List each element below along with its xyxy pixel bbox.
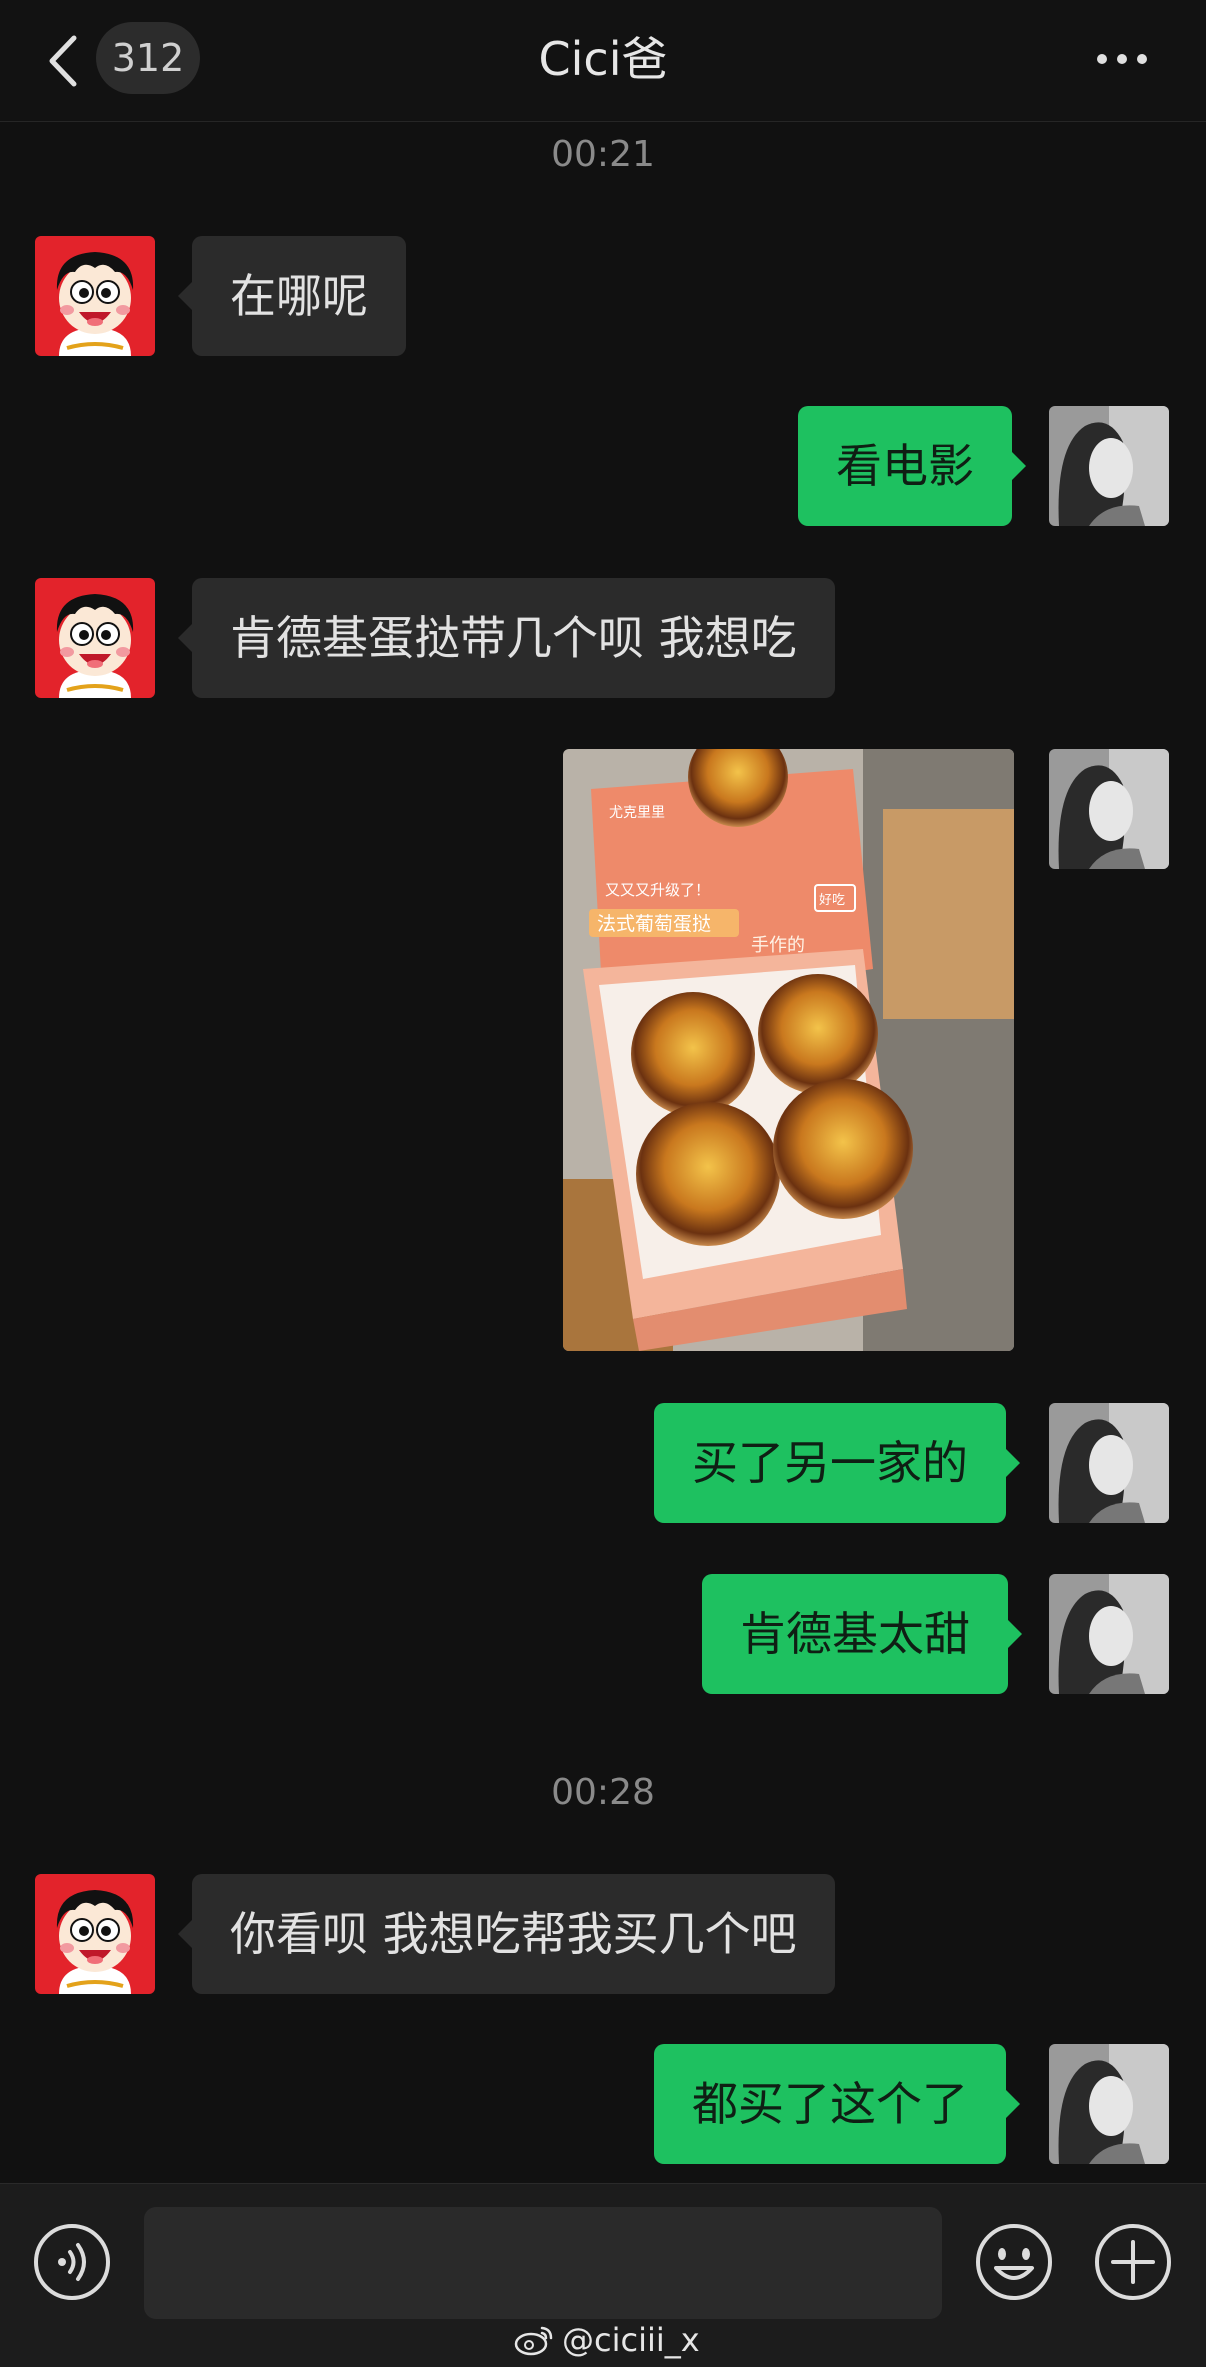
- message-bubble-sent[interactable]: 买了另一家的: [654, 1403, 1020, 1523]
- more-button[interactable]: [1094, 48, 1150, 70]
- chat-header: 312 Cici爸: [0, 0, 1206, 122]
- avatar[interactable]: [1049, 1403, 1169, 1523]
- emoji-button[interactable]: [974, 2222, 1054, 2302]
- voice-icon: [34, 2224, 110, 2300]
- portrait-avatar-icon: [1049, 1403, 1169, 1523]
- avatar[interactable]: [1049, 1574, 1169, 1694]
- message-bubble-received[interactable]: 在哪呢: [178, 236, 406, 356]
- portrait-avatar-icon: [1049, 1574, 1169, 1694]
- back-button[interactable]: [44, 34, 84, 88]
- message-bubble-sent[interactable]: 看电影: [798, 406, 1026, 526]
- message-bubble-sent[interactable]: 肯德基太甜: [702, 1574, 1022, 1694]
- avatar[interactable]: [1049, 2044, 1169, 2164]
- photo-product: 法式葡萄蛋挞: [597, 913, 711, 935]
- timestamp: 00:21: [551, 134, 655, 175]
- unread-badge[interactable]: 312: [96, 22, 200, 94]
- photo-brand: 尤克里里: [609, 805, 665, 821]
- plus-button[interactable]: [1093, 2222, 1173, 2302]
- avatar[interactable]: [1049, 749, 1169, 869]
- plus-icon: [1095, 2224, 1171, 2300]
- cartoon-avatar-icon: [35, 1874, 155, 1994]
- photo-badge: 好吃: [819, 892, 845, 908]
- message-input[interactable]: [144, 2207, 942, 2319]
- message-bubble-sent[interactable]: 都买了这个了: [654, 2044, 1020, 2164]
- avatar[interactable]: [35, 236, 155, 356]
- photo-headline: 又又又升级了！: [605, 881, 710, 899]
- watermark-text: @ciciii_x: [562, 2321, 700, 2359]
- timestamp: 00:28: [551, 1772, 655, 1813]
- page-title: Cici爸: [538, 32, 668, 86]
- chevron-left-icon: [49, 35, 77, 87]
- emoji-icon: [976, 2224, 1052, 2300]
- cartoon-avatar-icon: [35, 578, 155, 698]
- message-bubble-received[interactable]: 肯德基蛋挞带几个呗 我想吃: [178, 578, 835, 698]
- weibo-icon: [514, 2326, 553, 2356]
- egg-tart-photo: 尤克里里 又又又升级了！ 法式葡萄蛋挞 手作的 好吃: [563, 749, 1014, 1351]
- portrait-avatar-icon: [1049, 406, 1169, 526]
- photo-subline: 手作的: [751, 935, 805, 956]
- avatar[interactable]: [35, 1874, 155, 1994]
- portrait-avatar-icon: [1049, 2044, 1169, 2164]
- input-toolbar: @ciciii_x: [0, 2183, 1206, 2367]
- ellipsis-icon: [1097, 54, 1147, 64]
- avatar[interactable]: [35, 578, 155, 698]
- voice-button[interactable]: [32, 2222, 112, 2302]
- image-message[interactable]: 尤克里里 又又又升级了！ 法式葡萄蛋挞 手作的 好吃: [563, 749, 1014, 1351]
- cartoon-avatar-icon: [35, 236, 155, 356]
- watermark: @ciciii_x: [514, 2318, 700, 2362]
- portrait-avatar-icon: [1049, 749, 1169, 869]
- message-bubble-received[interactable]: 你看呗 我想吃帮我买几个吧: [178, 1874, 835, 1994]
- avatar[interactable]: [1049, 406, 1169, 526]
